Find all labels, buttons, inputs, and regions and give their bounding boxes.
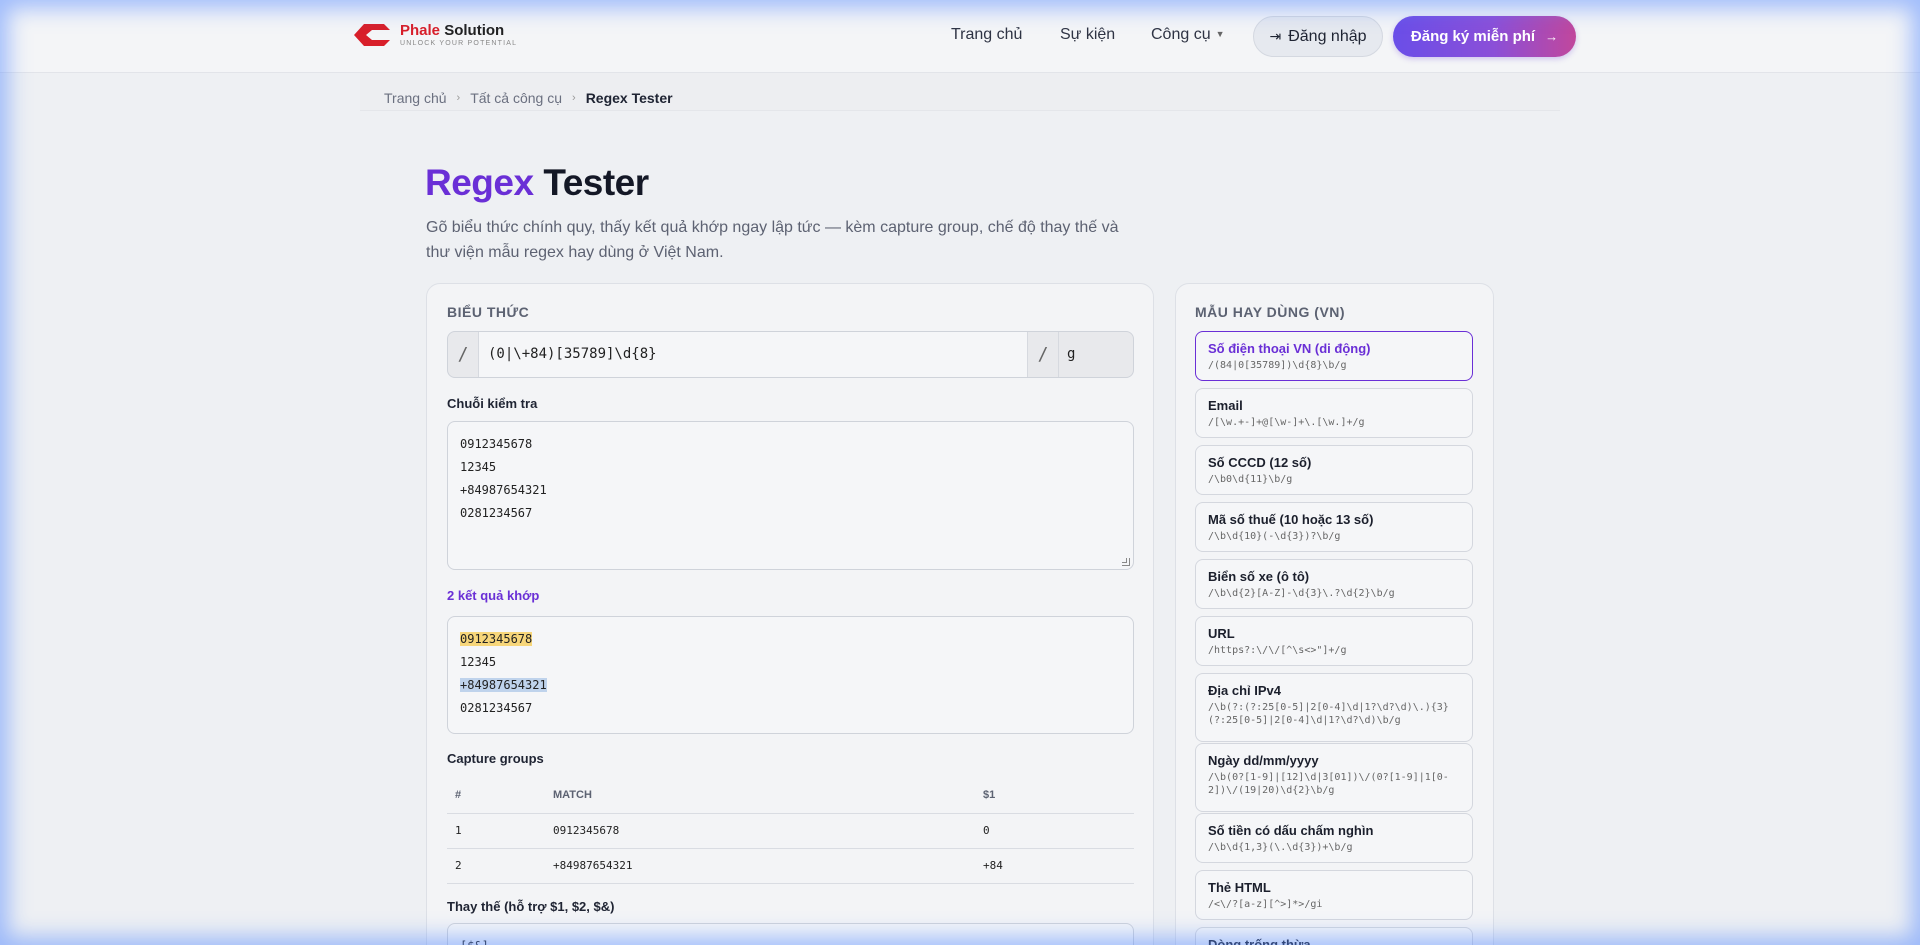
pattern-name: Thẻ HTML — [1208, 880, 1271, 895]
test-line: +84987654321 — [460, 483, 547, 497]
regex-flags-input[interactable]: g — [1058, 332, 1133, 377]
match-results-box: 0912345678 12345 +84987654321 0281234567 — [447, 616, 1134, 734]
regex-close-slash: / — [1037, 344, 1049, 365]
cell-group: 0 — [975, 813, 1134, 849]
brand-logo[interactable]: Phale Solution UNLOCK YOUR POTENTIAL — [350, 20, 517, 50]
col-group-1: $1 — [975, 778, 1134, 814]
pattern-name: Dòng trống thừa — [1208, 937, 1311, 945]
pattern-name: Biển số xe (ô tô) — [1208, 569, 1310, 584]
chevron-right-icon: › — [572, 92, 576, 104]
col-match: MATCH — [545, 778, 975, 814]
pattern-item-phone[interactable]: Số điện thoại VN (di động) /(84|0[35789]… — [1195, 331, 1473, 381]
pattern-name: URL — [1208, 626, 1235, 641]
capture-groups-label: Capture groups — [447, 751, 544, 766]
regex-open-slash: / — [457, 344, 469, 365]
login-label: Đăng nhập — [1288, 27, 1367, 45]
pattern-regex: /\b\d{2}[A-Z]-\d{3}\.?\d{2}\b/g — [1208, 588, 1395, 599]
nav-tools[interactable]: Công cụ ▼ — [1151, 26, 1225, 44]
phale-logo-icon — [354, 24, 390, 46]
regex-editor-card: BIỂU THỨC / (0|\+84)[35789]\d{8} / g Chu… — [426, 283, 1154, 945]
page-title-rest: Tester — [543, 162, 649, 203]
pattern-name: Ngày dd/mm/yyyy — [1208, 753, 1319, 768]
pattern-regex: /\b(0?[1-9]|[12]\d|3[01])\/(0?[1-9]|1[0-… — [1208, 772, 1449, 796]
signup-button[interactable]: Đăng ký miễn phí → — [1393, 16, 1576, 57]
pattern-name: Email — [1208, 398, 1243, 413]
capture-groups-table: # MATCH $1 1 0912345678 0 2 +84987654321… — [447, 778, 1134, 884]
test-line: 12345 — [460, 460, 497, 474]
replace-label: Thay thế (hỗ trợ $1, $2, $&) — [447, 899, 615, 914]
pattern-item-ipv4[interactable]: Địa chỉ IPv4 /\b(?:(?:25[0-5]|2[0-4]\d|1… — [1195, 673, 1473, 742]
pattern-item-url[interactable]: URL /https?:\/\/[^\s<>"]+/g — [1195, 616, 1473, 666]
pattern-regex: /\b0\d{11}\b/g — [1208, 474, 1293, 485]
replace-input[interactable]: [$&] — [447, 923, 1134, 945]
page-title-accent: Regex — [425, 162, 534, 203]
cell-index: 2 — [447, 848, 545, 884]
regex-expression-bar: / (0|\+84)[35789]\d{8} / g — [447, 331, 1134, 378]
pattern-name: Địa chỉ IPv4 — [1208, 683, 1281, 698]
pattern-item-blank-lines[interactable]: Dòng trống thừa — [1195, 927, 1473, 945]
cell-index: 1 — [447, 813, 545, 849]
brand-name: Phale Solution — [400, 22, 505, 39]
regex-pattern-input[interactable]: (0|\+84)[35789]\d{8} — [478, 332, 1028, 377]
pattern-regex: /\b\d{1,3}(\.\d{3})+\b/g — [1208, 842, 1353, 853]
cell-match: 0912345678 — [545, 813, 975, 849]
pattern-regex: /\b(?:(?:25[0-5]|2[0-4]\d|1?\d?\d)\.){3}… — [1208, 702, 1449, 726]
resize-handle[interactable] — [1122, 558, 1130, 566]
pattern-item-tax-code[interactable]: Mã số thuế (10 hoặc 13 số) /\b\d{10}(-\d… — [1195, 502, 1473, 552]
login-button[interactable]: ⇥ Đăng nhập — [1253, 16, 1383, 57]
pattern-regex: /<\/?[a-z][^>]*>/gi — [1208, 899, 1323, 910]
breadcrumb-all-tools[interactable]: Tất cả công cụ — [470, 90, 562, 106]
pattern-item-date[interactable]: Ngày dd/mm/yyyy /\b(0?[1-9]|[12]\d|3[01]… — [1195, 743, 1473, 812]
top-navbar: Phale Solution UNLOCK YOUR POTENTIAL Tra… — [0, 0, 1920, 73]
pattern-item-email[interactable]: Email /[\w.+-]+@[\w-]+\.[\w.]+/g — [1195, 388, 1473, 438]
cell-match: +84987654321 — [545, 848, 975, 884]
page-subtitle: Gõ biểu thức chính quy, thấy kết quả khớ… — [426, 219, 1119, 261]
pattern-name: Số CCCD (12 số) — [1208, 455, 1312, 470]
pattern-item-license-plate[interactable]: Biển số xe (ô tô) /\b\d{2}[A-Z]-\d{3}\.?… — [1195, 559, 1473, 609]
expression-label: BIỂU THỨC — [447, 304, 530, 320]
chevron-right-icon: › — [456, 92, 461, 104]
breadcrumb-home[interactable]: Trang chủ — [384, 90, 447, 106]
col-index: # — [447, 778, 545, 814]
breadcrumb-current: Regex Tester — [585, 90, 673, 106]
table-row: 1 0912345678 0 — [447, 813, 1134, 849]
breadcrumb: Trang chủ › Tất cả công cụ › Regex Teste… — [384, 90, 673, 106]
pattern-name: Mã số thuế (10 hoặc 13 số) — [1208, 512, 1374, 527]
pattern-regex: /\b\d{10}(-\d{3})?\b/g — [1208, 531, 1341, 542]
brand-tagline: UNLOCK YOUR POTENTIAL — [400, 40, 518, 47]
chevron-down-icon: ▼ — [1215, 29, 1225, 39]
match-highlight: 0912345678 — [460, 632, 533, 646]
arrow-right-icon: → — [1545, 29, 1559, 44]
patterns-label: MẪU HAY DÙNG (VN) — [1195, 304, 1346, 320]
common-patterns-card: MẪU HAY DÙNG (VN) Số điện thoại VN (di đ… — [1175, 283, 1494, 945]
login-icon: ⇥ — [1269, 28, 1282, 44]
test-string-label: Chuỗi kiểm tra — [447, 396, 538, 411]
test-string-textarea[interactable]: 0912345678 12345 +84987654321 0281234567 — [447, 421, 1134, 570]
table-header-row: # MATCH $1 — [447, 778, 1134, 814]
cell-group: +84 — [975, 848, 1134, 884]
pattern-regex: /[\w.+-]+@[\w-]+\.[\w.]+/g — [1208, 417, 1365, 428]
test-line: 0912345678 — [460, 437, 533, 451]
pattern-regex: /https?:\/\/[^\s<>"]+/g — [1208, 645, 1347, 656]
result-line: 0281234567 — [460, 701, 533, 715]
table-row: 2 +84987654321 +84 — [447, 848, 1134, 884]
pattern-item-cccd[interactable]: Số CCCD (12 số) /\b0\d{11}\b/g — [1195, 445, 1473, 495]
pattern-item-html-tag[interactable]: Thẻ HTML /<\/?[a-z][^>]*>/gi — [1195, 870, 1473, 920]
pattern-item-money[interactable]: Số tiền có dấu chấm nghìn /\b\d{1,3}(\.\… — [1195, 813, 1473, 863]
signup-label: Đăng ký miễn phí — [1410, 28, 1536, 45]
page-title: Regex Tester — [425, 162, 649, 204]
nav-home[interactable]: Trang chủ — [951, 26, 1022, 44]
test-line: 0281234567 — [460, 506, 533, 520]
pattern-regex: /(84|0[35789])\d{8}\b/g — [1208, 360, 1347, 371]
match-count: 2 kết quả khớp — [447, 588, 540, 603]
match-highlight: +84987654321 — [460, 678, 547, 692]
pattern-name: Số tiền có dấu chấm nghìn — [1208, 823, 1374, 838]
nav-events[interactable]: Sự kiện — [1060, 26, 1115, 44]
nav-tools-label: Công cụ — [1151, 26, 1211, 43]
pattern-name: Số điện thoại VN (di động) — [1208, 341, 1371, 356]
result-line: 12345 — [460, 655, 497, 669]
